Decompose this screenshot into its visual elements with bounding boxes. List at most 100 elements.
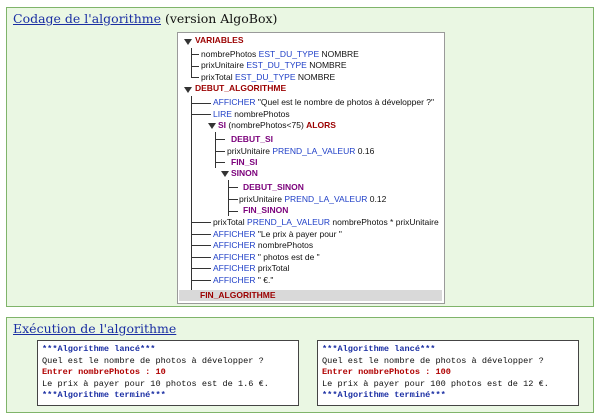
lire-var: nombrePhotos (234, 109, 290, 119)
tree-row-afficher-3[interactable]: AFFICHER " photos est de " (213, 252, 320, 263)
execution-panel-title: Exécution de l'algorithme (13, 321, 176, 336)
debut-algorithme-keyword: DEBUT_ALGORITHME (195, 83, 287, 93)
tree-connector (191, 54, 199, 55)
console-question-line: Quel est le nombre de photos à développe… (42, 355, 264, 366)
tree-row-debut-sinon[interactable]: DEBUT_SINON (243, 182, 304, 193)
console-start-line: ***Algorithme lancé*** (322, 344, 436, 354)
tree-connector (191, 48, 192, 77)
tree-connector (228, 211, 238, 212)
var-type: NOMBRE (321, 49, 359, 59)
var-name: prixUnitaire (227, 146, 270, 156)
tree-connector (215, 139, 225, 140)
tree-connector (191, 96, 192, 296)
code-panel-title: Codage de l'algorithme (version AlgoBox) (13, 11, 277, 26)
est-du-type-keyword: EST_DU_TYPE (246, 60, 307, 70)
sinon-keyword: SINON (231, 168, 258, 178)
execution-panel-title-link[interactable]: Exécution de l'algorithme (13, 321, 176, 336)
tree-row-prixtotal[interactable]: prixTotal PREND_LA_VALEUR nombrePhotos *… (213, 217, 439, 228)
alors-keyword: ALORS (306, 120, 336, 130)
afficher-string: " €." (257, 275, 274, 285)
algorithm-tree: VARIABLES nombrePhotos EST_DU_TYPE NOMBR… (177, 32, 445, 304)
tree-row-fin-si[interactable]: FIN_SI (231, 157, 257, 168)
expression: nombrePhotos * prixUnitaire (332, 217, 439, 227)
tree-row-fin-sinon[interactable]: FIN_SINON (243, 205, 288, 216)
tree-row-var2[interactable]: prixUnitaire EST_DU_TYPE NOMBRE (201, 60, 347, 71)
tree-connector (191, 77, 199, 78)
value: 0.16 (357, 146, 375, 156)
console-output-left: ***Algorithme lancé*** Quel est le nombr… (37, 340, 299, 406)
code-panel: Codage de l'algorithme (version AlgoBox) (6, 7, 594, 307)
tree-row-afficher-2[interactable]: AFFICHER nombrePhotos (213, 240, 313, 251)
afficher-keyword: AFFICHER (213, 240, 256, 250)
prend-la-valeur-keyword: PREND_LA_VALEUR (272, 146, 356, 156)
afficher-var: prixTotal (257, 263, 290, 273)
tree-row-debut-si[interactable]: DEBUT_SI (231, 134, 273, 145)
tree-connector (191, 114, 211, 115)
lire-keyword: LIRE (213, 109, 232, 119)
si-keyword: SI (218, 120, 227, 130)
console-input-line: Entrer nombrePhotos : 100 (322, 367, 451, 377)
tree-connector (228, 187, 238, 188)
fin-algorithme-keyword: FIN_ALGORITHME (200, 290, 276, 300)
tree-row-afficher-prompt[interactable]: AFFICHER "Quel est le nombre de photos à… (213, 97, 434, 108)
est-du-type-keyword: EST_DU_TYPE (258, 49, 320, 59)
collapse-triangle-icon[interactable] (221, 171, 229, 177)
afficher-var: nombrePhotos (257, 240, 314, 250)
tree-row-variables[interactable]: VARIABLES (195, 35, 244, 46)
tree-row-afficher-4[interactable]: AFFICHER prixTotal (213, 263, 290, 274)
code-panel-title-link[interactable]: Codage de l'algorithme (13, 11, 161, 26)
tree-row-prixunitaire-si[interactable]: prixUnitaire PREND_LA_VALEUR 0.16 (227, 146, 374, 157)
tree-row-prixunitaire-sinon[interactable]: prixUnitaire PREND_LA_VALEUR 0.12 (239, 194, 386, 205)
tree-row-debut-algorithme[interactable]: DEBUT_ALGORITHME (195, 83, 286, 94)
collapse-triangle-icon[interactable] (184, 87, 192, 93)
tree-row-var3[interactable]: prixTotal EST_DU_TYPE NOMBRE (201, 72, 335, 83)
var-name: nombrePhotos (201, 49, 257, 59)
var-name: prixTotal (213, 217, 245, 227)
tree-row-var1[interactable]: nombrePhotos EST_DU_TYPE NOMBRE (201, 49, 359, 60)
tree-row-afficher-5[interactable]: AFFICHER " €." (213, 275, 273, 286)
console-question-line: Quel est le nombre de photos à développe… (322, 355, 544, 366)
tree-connector (191, 280, 211, 281)
console-input-line: Entrer nombrePhotos : 10 (42, 367, 166, 377)
collapse-triangle-icon[interactable] (208, 123, 216, 129)
tree-row-fin-algorithme[interactable]: FIN_ALGORITHME (200, 290, 276, 301)
fin-si-keyword: FIN_SI (231, 157, 258, 167)
tree-connector (191, 257, 211, 258)
debut-si-keyword: DEBUT_SI (231, 134, 274, 144)
console-result-line: Le prix à payer pour 10 photos est de 1.… (42, 378, 269, 389)
tree-row-lire[interactable]: LIRE nombrePhotos (213, 109, 290, 120)
code-panel-title-suffix: (version AlgoBox) (161, 11, 278, 26)
console-end-line: ***Algorithme terminé*** (322, 390, 446, 400)
afficher-string: "Le prix à payer pour " (257, 229, 342, 239)
collapse-triangle-icon[interactable] (184, 39, 192, 45)
tree-row-si[interactable]: SI (nombrePhotos<75) ALORS (218, 120, 336, 131)
debut-sinon-keyword: DEBUT_SINON (243, 182, 304, 192)
execution-panel: Exécution de l'algorithme ***Algorithme … (6, 317, 594, 413)
tree-connector (215, 162, 225, 163)
est-du-type-keyword: EST_DU_TYPE (235, 72, 296, 82)
afficher-string: " photos est de " (257, 252, 320, 262)
fin-sinon-keyword: FIN_SINON (243, 205, 289, 215)
var-name: prixTotal (201, 72, 233, 82)
var-name: prixUnitaire (201, 60, 244, 70)
afficher-keyword: AFFICHER (213, 275, 256, 285)
var-type: NOMBRE (309, 60, 347, 70)
tree-connector (191, 234, 211, 235)
tree-connector (191, 222, 211, 223)
afficher-keyword: AFFICHER (213, 229, 256, 239)
afficher-keyword: AFFICHER (213, 263, 256, 273)
variables-keyword: VARIABLES (195, 35, 244, 45)
afficher-string: "Quel est le nombre de photos à développ… (257, 97, 435, 107)
var-name: prixUnitaire (239, 194, 282, 204)
tree-connector (191, 245, 211, 246)
afficher-keyword: AFFICHER (213, 97, 256, 107)
tree-row-sinon[interactable]: SINON (231, 168, 258, 179)
prend-la-valeur-keyword: PREND_LA_VALEUR (284, 194, 368, 204)
var-type: NOMBRE (297, 72, 336, 82)
value: 0.12 (369, 194, 387, 204)
console-output-right: ***Algorithme lancé*** Quel est le nombr… (317, 340, 579, 406)
tree-connector (191, 268, 211, 269)
tree-connector (191, 103, 211, 104)
tree-row-afficher-1[interactable]: AFFICHER "Le prix à payer pour " (213, 229, 342, 240)
prend-la-valeur-keyword: PREND_LA_VALEUR (247, 217, 331, 227)
